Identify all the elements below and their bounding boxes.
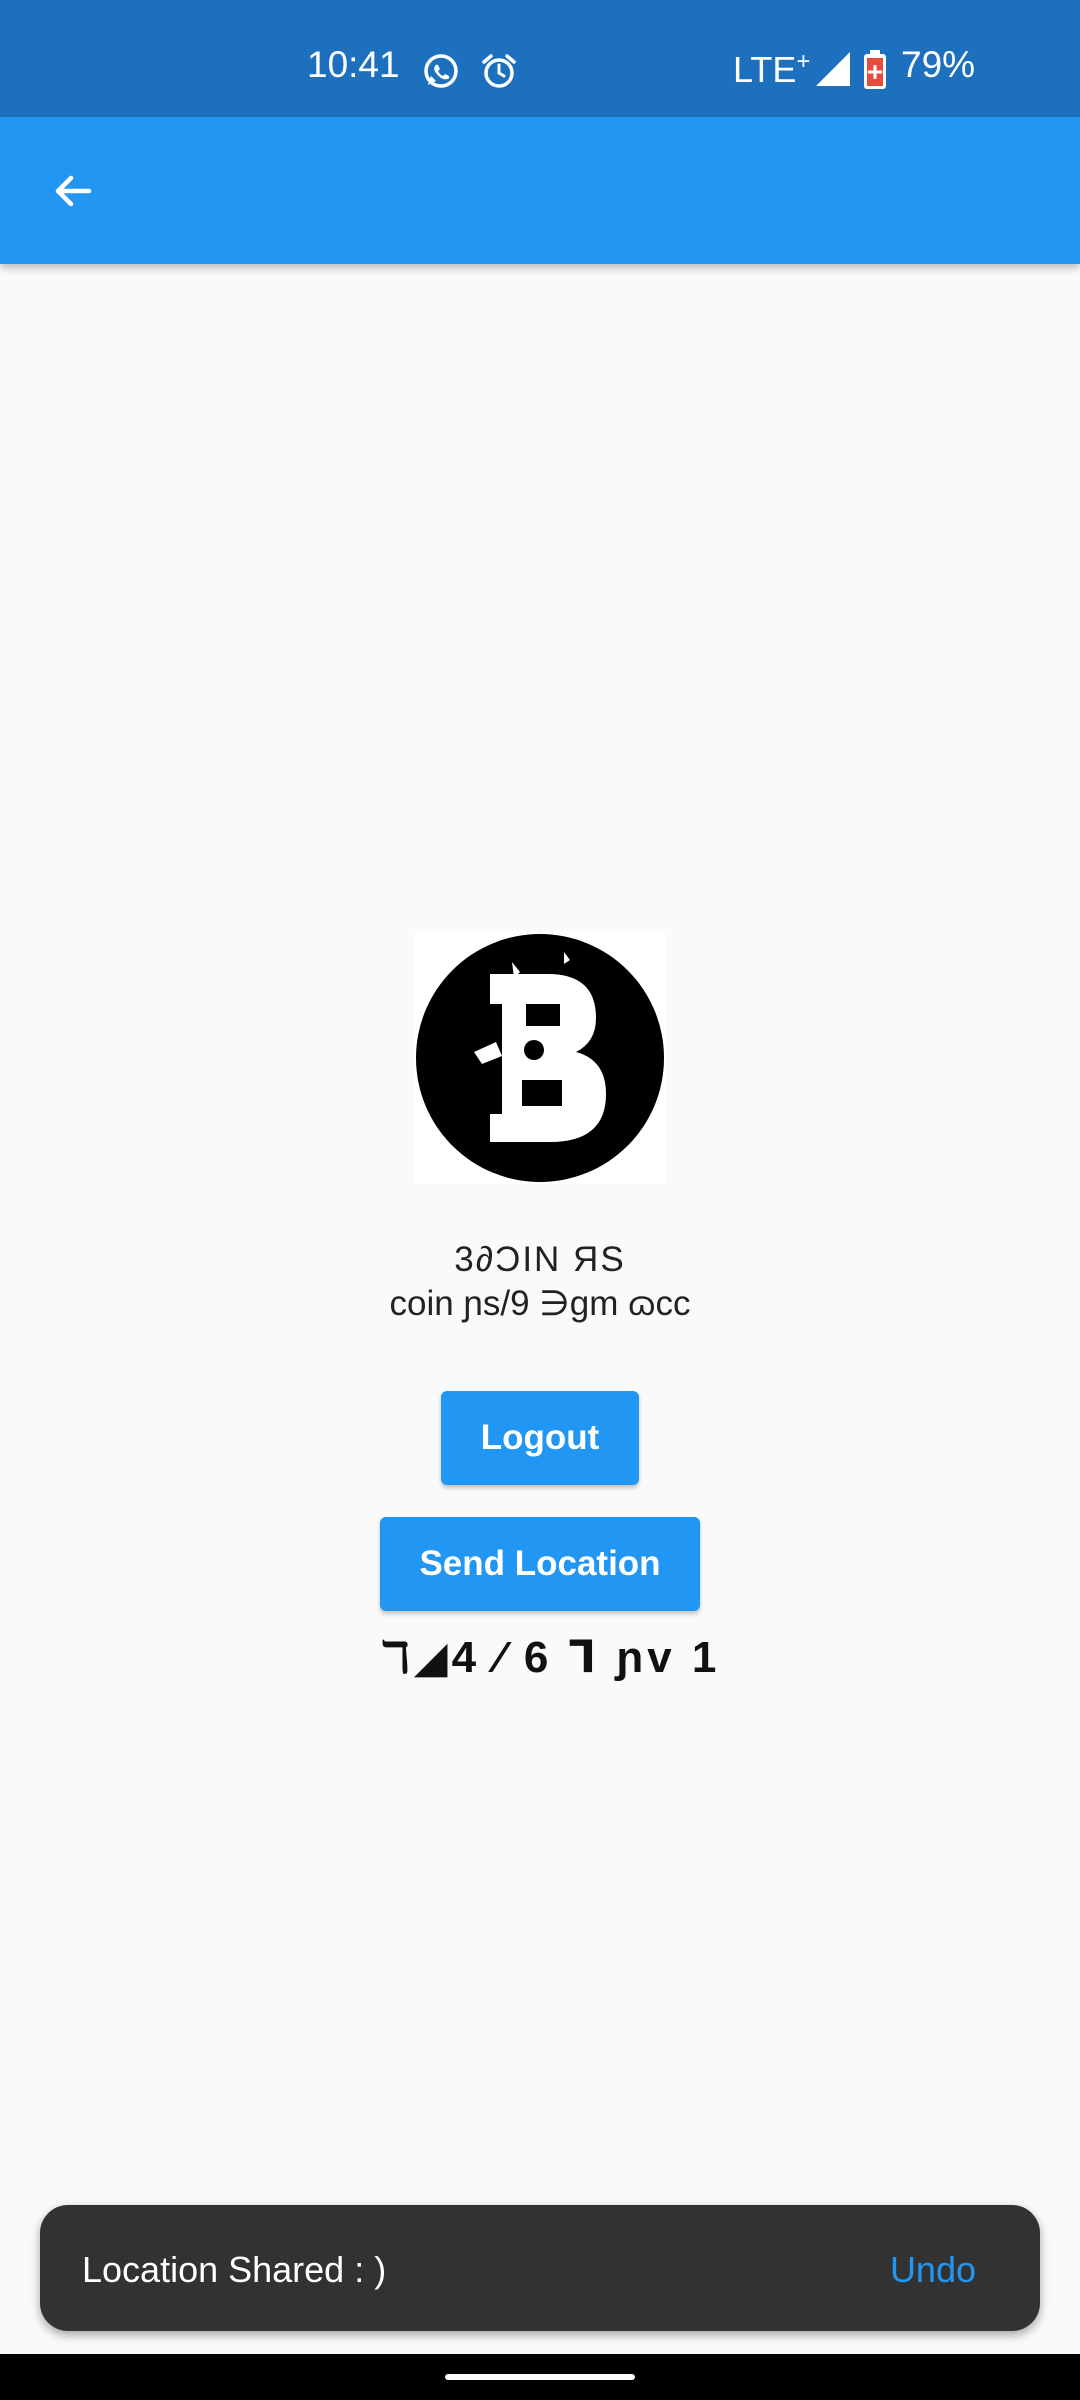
arrow-back-icon: [55, 175, 92, 207]
profile-logo: [416, 934, 664, 1182]
profile-email: coin ɲs/9 ∋gm ɷcc: [389, 1284, 691, 1323]
status-bar: 10:41 LTE+ 79%: [0, 0, 1080, 117]
location-result-text: ℸ◢4 ⁄ 6 ᒣ ɲv 1: [379, 1633, 721, 1682]
network-type: LTE+: [733, 48, 811, 90]
alarm-icon: [480, 52, 518, 90]
status-time: 10:41: [307, 44, 400, 85]
app-bar: [0, 117, 1080, 264]
home-gesture-handle[interactable]: [445, 2374, 635, 2380]
battery-percentage: 79%: [901, 44, 976, 85]
snackbar: Location Shared : ) Undo: [40, 2205, 1040, 2331]
undo-button[interactable]: Undo: [890, 2249, 976, 2291]
profile-name: 3∂ϽIN ЯS: [454, 1240, 626, 1279]
navigation-bar: [0, 2354, 1080, 2400]
snackbar-message: Location Shared : ): [82, 2249, 387, 2290]
logout-button[interactable]: Logout: [441, 1391, 639, 1485]
send-location-button[interactable]: Send Location: [380, 1517, 700, 1611]
battery-saver-icon: [862, 50, 888, 89]
avatar: [414, 932, 666, 1184]
back-button[interactable]: [38, 161, 108, 221]
signal-icon: [814, 50, 852, 88]
whatsapp-icon: [422, 52, 460, 90]
